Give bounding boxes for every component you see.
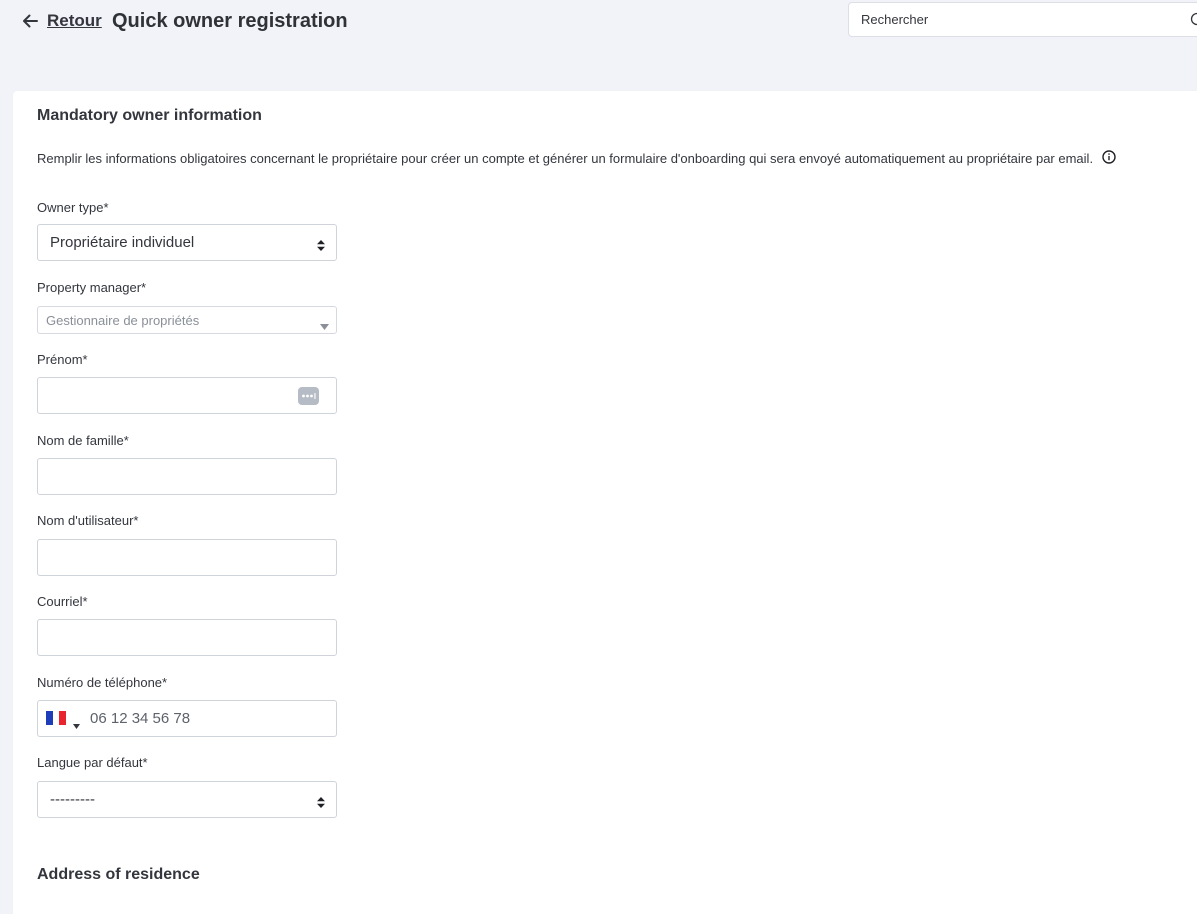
owner-type-select[interactable]: Propriétaire individuel <box>37 224 337 261</box>
username-field[interactable] <box>37 539 337 576</box>
first-name-label: Prénom* <box>37 352 88 367</box>
info-icon[interactable] <box>1102 150 1116 167</box>
language-value: --------- <box>50 791 95 808</box>
intro-text: Remplir les informations obligatoires co… <box>37 150 1116 167</box>
phone-input[interactable] <box>90 701 330 736</box>
property-manager-select[interactable]: Gestionnaire de propriétés <box>37 306 337 334</box>
password-manager-icon[interactable] <box>298 387 319 405</box>
email-label: Courriel* <box>37 594 88 609</box>
phone-field[interactable] <box>37 700 337 737</box>
first-name-field[interactable] <box>37 377 337 414</box>
top-bar: Retour Quick owner registration <box>0 0 1197 60</box>
phone-label: Numéro de téléphone* <box>37 675 168 690</box>
select-sort-icon <box>317 795 325 812</box>
section-title-address: Address of residence <box>37 866 200 883</box>
search-box[interactable] <box>848 2 1197 37</box>
language-select[interactable]: --------- <box>37 781 337 818</box>
back-link[interactable]: Retour <box>21 9 102 33</box>
owner-type-value: Propriétaire individuel <box>50 234 195 251</box>
last-name-label: Nom de famille* <box>37 433 129 448</box>
property-manager-label: Property manager* <box>37 280 147 295</box>
select-sort-icon <box>317 238 325 255</box>
intro-text-content: Remplir les informations obligatoires co… <box>37 151 1094 166</box>
search-icon[interactable] <box>1189 11 1197 32</box>
chevron-down-icon[interactable] <box>73 716 80 734</box>
username-label: Nom d'utilisateur* <box>37 513 139 528</box>
chevron-down-icon <box>320 318 329 333</box>
search-input[interactable] <box>861 12 1181 27</box>
section-title-mandatory: Mandatory owner information <box>37 107 262 124</box>
back-link-label: Retour <box>47 11 102 30</box>
language-label: Langue par défaut* <box>37 755 148 770</box>
form-card: Mandatory owner information Remplir les … <box>13 91 1197 914</box>
page-title: Quick owner registration <box>112 10 348 32</box>
arrow-left-icon <box>21 12 39 30</box>
owner-type-label: Owner type* <box>37 200 109 215</box>
email-field[interactable] <box>37 619 337 656</box>
france-flag-icon[interactable] <box>46 711 67 725</box>
last-name-field[interactable] <box>37 458 337 495</box>
property-manager-placeholder: Gestionnaire de propriétés <box>46 312 200 328</box>
